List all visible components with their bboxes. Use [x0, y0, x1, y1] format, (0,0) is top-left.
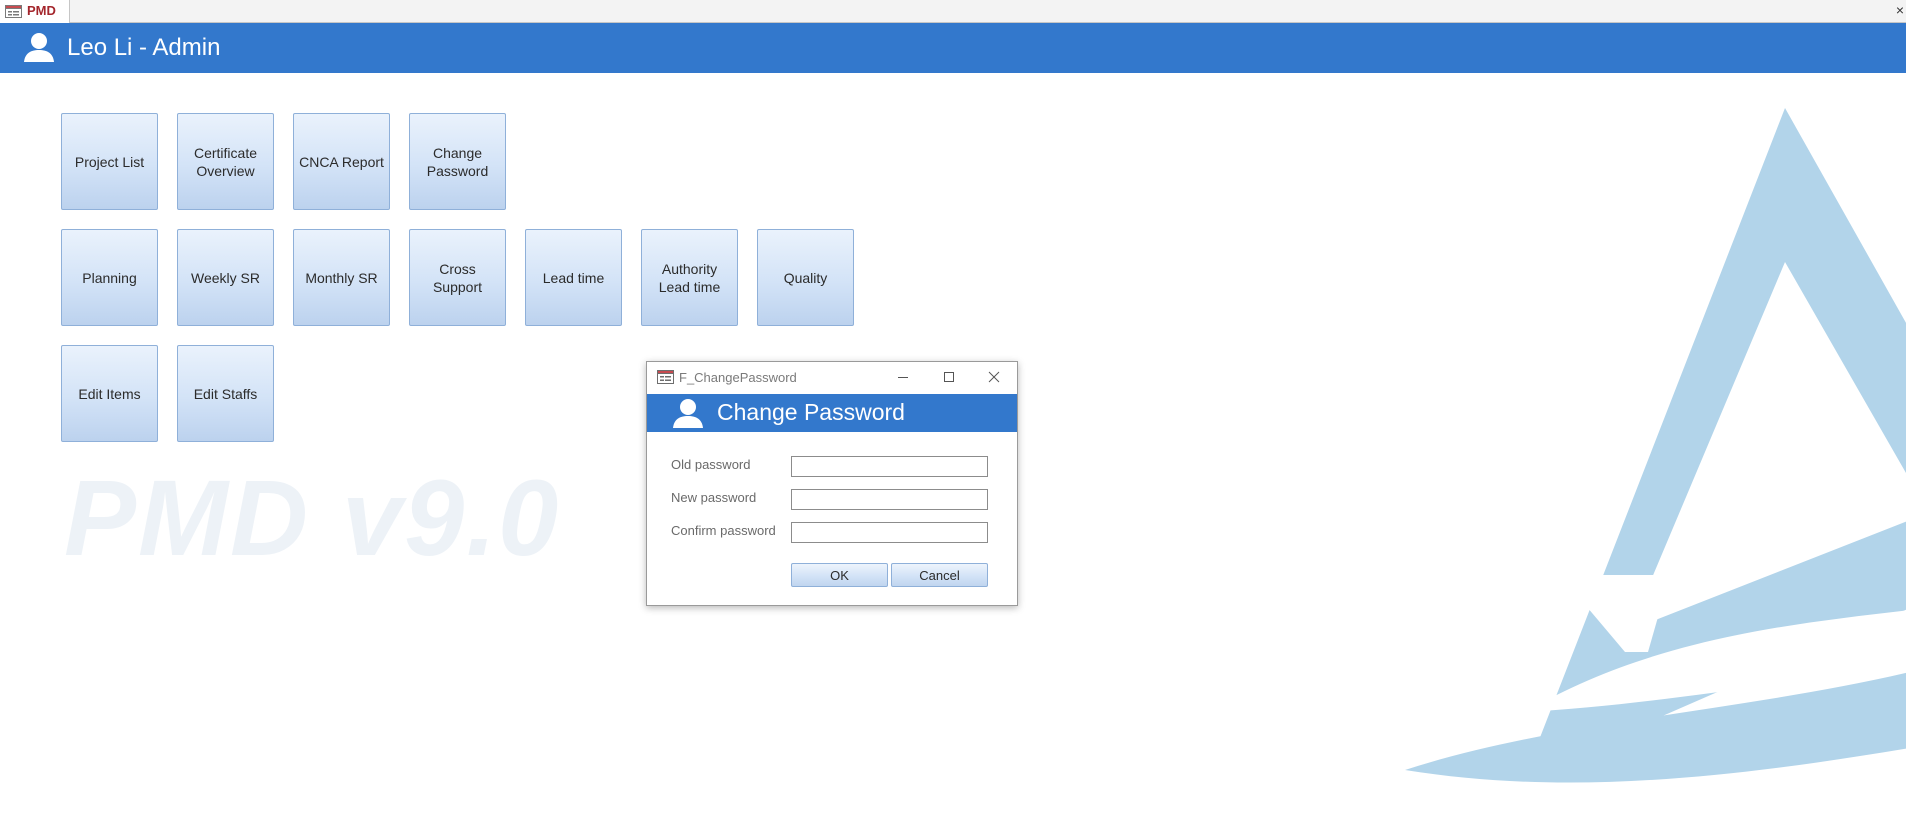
edit-staffs-button[interactable]: Edit Staffs	[177, 345, 274, 442]
maximize-icon	[944, 372, 954, 382]
ok-button[interactable]: OK	[791, 563, 888, 587]
document-tab-strip: PMD ×	[0, 0, 1906, 23]
close-icon	[988, 371, 1000, 383]
close-button[interactable]	[972, 362, 1016, 392]
minimize-button[interactable]	[881, 362, 925, 392]
cancel-button[interactable]: Cancel	[891, 563, 988, 587]
tab-pmd[interactable]: PMD	[0, 0, 70, 23]
version-watermark: PMD v9.0	[64, 457, 561, 578]
dialog-titlebar[interactable]: F_ChangePassword	[647, 362, 1017, 394]
old-password-field[interactable]	[791, 456, 988, 477]
planning-button[interactable]: Planning	[61, 229, 158, 326]
user-title: Leo Li - Admin	[67, 34, 221, 61]
header-bar: Leo Li - Admin	[0, 23, 1906, 73]
monthly-sr-button[interactable]: Monthly SR	[293, 229, 390, 326]
change-password-button[interactable]: Change Password	[409, 113, 506, 210]
user-icon	[672, 397, 704, 434]
cnca-report-button[interactable]: CNCA Report	[293, 113, 390, 210]
company-logo	[1405, 108, 1906, 783]
new-password-field[interactable]	[791, 489, 988, 510]
project-list-button[interactable]: Project List	[61, 113, 158, 210]
authority-lead-time-button[interactable]: Authority Lead time	[641, 229, 738, 326]
edit-items-button[interactable]: Edit Items	[61, 345, 158, 442]
confirm-password-label: Confirm password	[671, 523, 776, 538]
dialog-window-title: F_ChangePassword	[679, 370, 797, 385]
certificate-overview-button[interactable]: Certificate Overview	[177, 113, 274, 210]
maximize-button[interactable]	[927, 362, 971, 392]
tab-label: PMD	[27, 3, 56, 18]
form-icon	[5, 5, 22, 23]
dialog-header: Change Password	[647, 394, 1017, 432]
form-icon	[657, 370, 674, 389]
user-icon	[23, 31, 55, 68]
change-password-dialog: F_ChangePassword Change Password Old pas…	[646, 361, 1018, 606]
quality-button[interactable]: Quality	[757, 229, 854, 326]
minimize-icon	[898, 377, 908, 378]
lead-time-button[interactable]: Lead time	[525, 229, 622, 326]
close-document-icon[interactable]: ×	[1896, 0, 1904, 20]
confirm-password-field[interactable]	[791, 522, 988, 543]
cross-support-button[interactable]: Cross Support	[409, 229, 506, 326]
weekly-sr-button[interactable]: Weekly SR	[177, 229, 274, 326]
new-password-label: New password	[671, 490, 757, 505]
app-window: PMD × Leo Li - Admin PMD v9.0 Project Li…	[0, 0, 1906, 838]
old-password-label: Old password	[671, 457, 751, 472]
dialog-heading: Change Password	[717, 399, 905, 425]
